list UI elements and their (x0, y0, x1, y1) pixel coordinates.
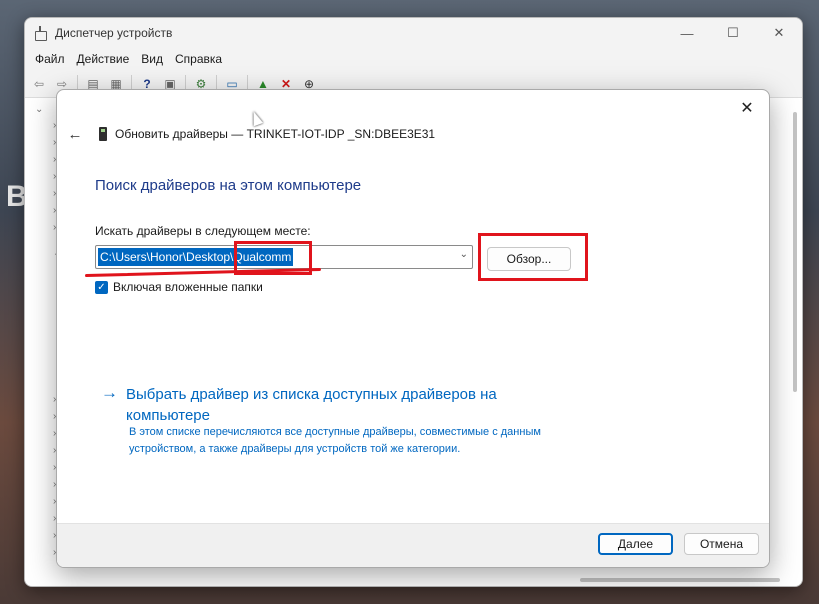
close-window-button[interactable]: ✕ (756, 18, 802, 48)
dialog-close-button[interactable]: ✕ (735, 96, 759, 120)
menu-action[interactable]: Действие (71, 52, 136, 66)
annotation-box-browse (478, 233, 588, 281)
cancel-button[interactable]: Отмена (684, 533, 759, 555)
checkbox-checked-icon[interactable]: ✓ (95, 280, 108, 294)
window-controls: — ☐ ✕ (664, 18, 802, 48)
update-drivers-dialog: ✕ ← Обновить драйверы — TRINKET-IOT-IDP … (56, 89, 770, 568)
menu-file[interactable]: Файл (29, 52, 71, 66)
device-icon (99, 127, 107, 141)
back-icon[interactable]: ⇦ (29, 74, 49, 94)
menu-bar: Файл Действие Вид Справка (25, 48, 802, 70)
page-title: Поиск драйверов на этом компьютере (95, 177, 362, 194)
pick-driver-link-title[interactable]: Выбрать драйвер из списка доступных драй… (126, 384, 546, 426)
include-subfolders-checkbox[interactable]: ✓ Включая вложенные папки (95, 280, 263, 294)
include-subfolders-label[interactable]: Включая вложенные папки (113, 280, 263, 294)
arrow-right-icon: → (101, 383, 118, 402)
search-location-label: Искать драйверы в следующем месте: (95, 224, 311, 238)
horizontal-scrollbar[interactable] (580, 578, 780, 582)
window-title: Диспетчер устройств (55, 26, 173, 40)
menu-view[interactable]: Вид (135, 52, 169, 66)
device-manager-app-icon (33, 26, 47, 41)
maximize-button[interactable]: ☐ (710, 18, 756, 48)
chevron-down-icon[interactable]: ⌄ (460, 249, 468, 260)
dialog-footer: Далее Отмена (57, 523, 769, 567)
menu-help[interactable]: Справка (169, 52, 228, 66)
chevron-down-icon[interactable]: ⌄ (35, 104, 43, 115)
back-arrow-icon[interactable]: ← (65, 126, 85, 143)
next-button[interactable]: Далее (598, 533, 673, 555)
dialog-header-title: Обновить драйверы — TRINKET-IOT-IDP _SN:… (115, 127, 436, 141)
dialog-header: ← Обновить драйверы — TRINKET-IOT-IDP _S… (65, 124, 436, 144)
title-bar: Диспетчер устройств — ☐ ✕ (25, 18, 802, 48)
pick-driver-description: В этом списке перечисляются все доступны… (129, 426, 541, 455)
minimize-button[interactable]: — (664, 18, 710, 48)
pick-driver-link[interactable]: → Выбрать драйвер из списка доступных др… (101, 384, 546, 426)
vertical-scrollbar[interactable] (792, 108, 798, 568)
scrollbar-thumb[interactable] (793, 112, 797, 392)
